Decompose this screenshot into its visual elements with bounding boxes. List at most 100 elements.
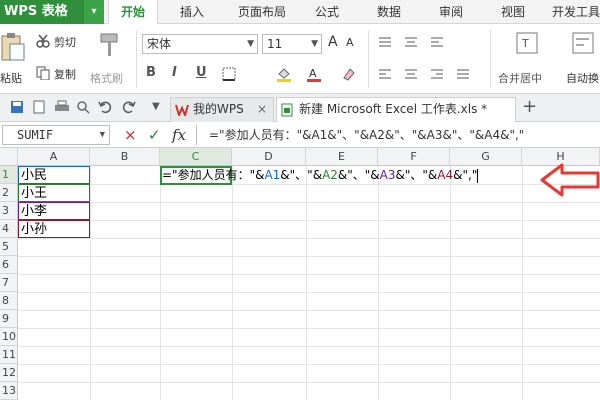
ribbon-divider	[368, 30, 369, 88]
tab-review[interactable]: 审阅	[428, 0, 474, 24]
new-tab-button[interactable]: +	[522, 96, 537, 117]
font-name-select[interactable]: 宋体 ▼	[142, 34, 258, 54]
insert-function-button[interactable]: fx	[172, 125, 186, 145]
grid-line	[18, 310, 600, 311]
name-box-value: SUMIF	[17, 128, 54, 142]
chevron-down-icon[interactable]: ▾	[84, 0, 104, 24]
fill-color-icon[interactable]	[276, 66, 292, 82]
bold-button[interactable]: B	[146, 65, 156, 80]
row-header[interactable]: 11	[0, 346, 18, 364]
ref-a4: A4	[437, 168, 454, 182]
print-icon[interactable]	[54, 100, 70, 114]
tab-workbook[interactable]: 新建 Microsoft Excel 工作表.xls *	[276, 97, 516, 122]
cell-a3[interactable]: 小李	[18, 202, 90, 220]
chevron-down-icon: ▼	[247, 39, 254, 49]
font-color-icon[interactable]: A	[306, 66, 322, 82]
chevron-down-icon: ▼	[99, 130, 105, 140]
cut-label: 剪切	[54, 36, 76, 49]
grow-font-button[interactable]: A	[328, 34, 338, 50]
row-header[interactable]: 7	[0, 274, 18, 292]
align-top-icon[interactable]	[378, 36, 392, 48]
tab-developer[interactable]: 开发工具	[548, 0, 600, 24]
svg-text:T: T	[521, 37, 529, 50]
paste-icon	[1, 33, 25, 61]
redo-icon[interactable]	[122, 100, 136, 114]
app-menu-button[interactable]: WPS 表格 ▾	[0, 0, 104, 24]
row-header[interactable]: 12	[0, 364, 18, 382]
grid-line	[18, 256, 600, 257]
cut-icon	[36, 34, 50, 48]
tab-formulas[interactable]: 公式	[304, 0, 350, 24]
row-header[interactable]: 10	[0, 328, 18, 346]
tab-home[interactable]: 开始	[108, 0, 158, 25]
font-size-select[interactable]: 11 ▼	[262, 34, 322, 54]
ref-a1: A1	[264, 168, 281, 182]
tab-data[interactable]: 数据	[366, 0, 412, 24]
row-header[interactable]: 1	[0, 166, 18, 184]
row-header[interactable]: 8	[0, 292, 18, 310]
print-preview-icon[interactable]	[32, 100, 46, 114]
tab-my-wps-label: 我的WPS	[193, 102, 244, 116]
column-header-g[interactable]: G	[450, 148, 522, 166]
cancel-formula-button[interactable]: ×	[124, 125, 137, 145]
preview-icon[interactable]	[76, 100, 90, 114]
grid-line	[18, 238, 600, 239]
ribbon-divider	[490, 30, 491, 88]
grid-line	[18, 346, 600, 347]
grid-line	[18, 364, 600, 365]
paste-button[interactable]: 粘贴	[0, 28, 30, 90]
row-header[interactable]: 3	[0, 202, 18, 220]
formula-part: &"、"&	[395, 168, 438, 182]
column-header-f[interactable]: F	[378, 148, 450, 166]
row-header[interactable]: 4	[0, 220, 18, 238]
wrap-icon	[572, 32, 594, 54]
column-header-e[interactable]: E	[306, 148, 378, 166]
wrap-text-button[interactable]: 自动换	[564, 28, 600, 90]
row-header[interactable]: 9	[0, 310, 18, 328]
tab-workbook-label: 新建 Microsoft Excel 工作表.xls *	[299, 102, 488, 116]
format-painter-button[interactable]: 格式刷	[90, 28, 132, 90]
align-right-icon[interactable]	[430, 68, 444, 80]
tab-view[interactable]: 视图	[490, 0, 536, 24]
tab-insert[interactable]: 插入	[166, 0, 218, 24]
row-header[interactable]: 13	[0, 382, 18, 400]
column-header-c[interactable]: C	[160, 148, 232, 166]
merge-center-button[interactable]: T 合并居中	[496, 28, 558, 90]
ribbon: 粘贴 剪切 复制 格式刷 宋体 ▼ 11 ▼ A A B I U A T 合并居…	[0, 24, 600, 94]
clear-format-icon[interactable]	[340, 66, 356, 82]
column-header-b[interactable]: B	[90, 148, 160, 166]
tab-page-layout[interactable]: 页面布局	[226, 0, 298, 24]
quick-access-dropdown-icon[interactable]: ▼	[152, 101, 160, 112]
tab-my-wps[interactable]: 我的WPS ×	[170, 97, 274, 122]
merge-label: 合并居中	[498, 72, 542, 85]
confirm-formula-button[interactable]: ✓	[148, 125, 161, 145]
underline-button[interactable]: U	[196, 65, 207, 80]
cut-button[interactable]: 剪切	[36, 32, 86, 50]
copy-icon	[36, 66, 50, 80]
align-center-icon[interactable]	[404, 68, 418, 80]
italic-button[interactable]: I	[172, 65, 177, 80]
name-box[interactable]: SUMIF ▼	[2, 125, 110, 145]
wps-logo-icon	[175, 104, 189, 116]
row-header[interactable]: 2	[0, 184, 18, 202]
row-header[interactable]: 6	[0, 256, 18, 274]
undo-icon[interactable]	[98, 100, 112, 114]
shrink-font-button[interactable]: A	[346, 36, 354, 49]
close-icon[interactable]: ×	[257, 98, 267, 121]
cell-a2[interactable]: 小王	[18, 184, 90, 202]
column-header-a[interactable]: A	[18, 148, 90, 166]
cell-a4[interactable]: 小孙	[18, 220, 90, 238]
copy-button[interactable]: 复制	[36, 64, 86, 82]
save-icon[interactable]	[10, 100, 24, 114]
formula-input[interactable]: ="参加人员有："&A1&"、"&A2&"、"&A3&"、"&A4&","	[196, 125, 600, 145]
align-middle-icon[interactable]	[404, 36, 418, 48]
border-icon[interactable]	[222, 67, 236, 81]
row-header[interactable]: 5	[0, 238, 18, 256]
cell-a1[interactable]: 小民	[18, 166, 90, 184]
align-bottom-icon[interactable]	[430, 36, 444, 48]
justify-icon[interactable]	[456, 68, 470, 80]
column-header-d[interactable]: D	[232, 148, 306, 166]
cell-c1-editor[interactable]: ="参加人员有："&A1&"、"&A2&"、"&A3&"、"&A4&","	[160, 167, 479, 185]
select-all-corner[interactable]	[0, 148, 18, 166]
align-left-icon[interactable]	[378, 68, 392, 80]
